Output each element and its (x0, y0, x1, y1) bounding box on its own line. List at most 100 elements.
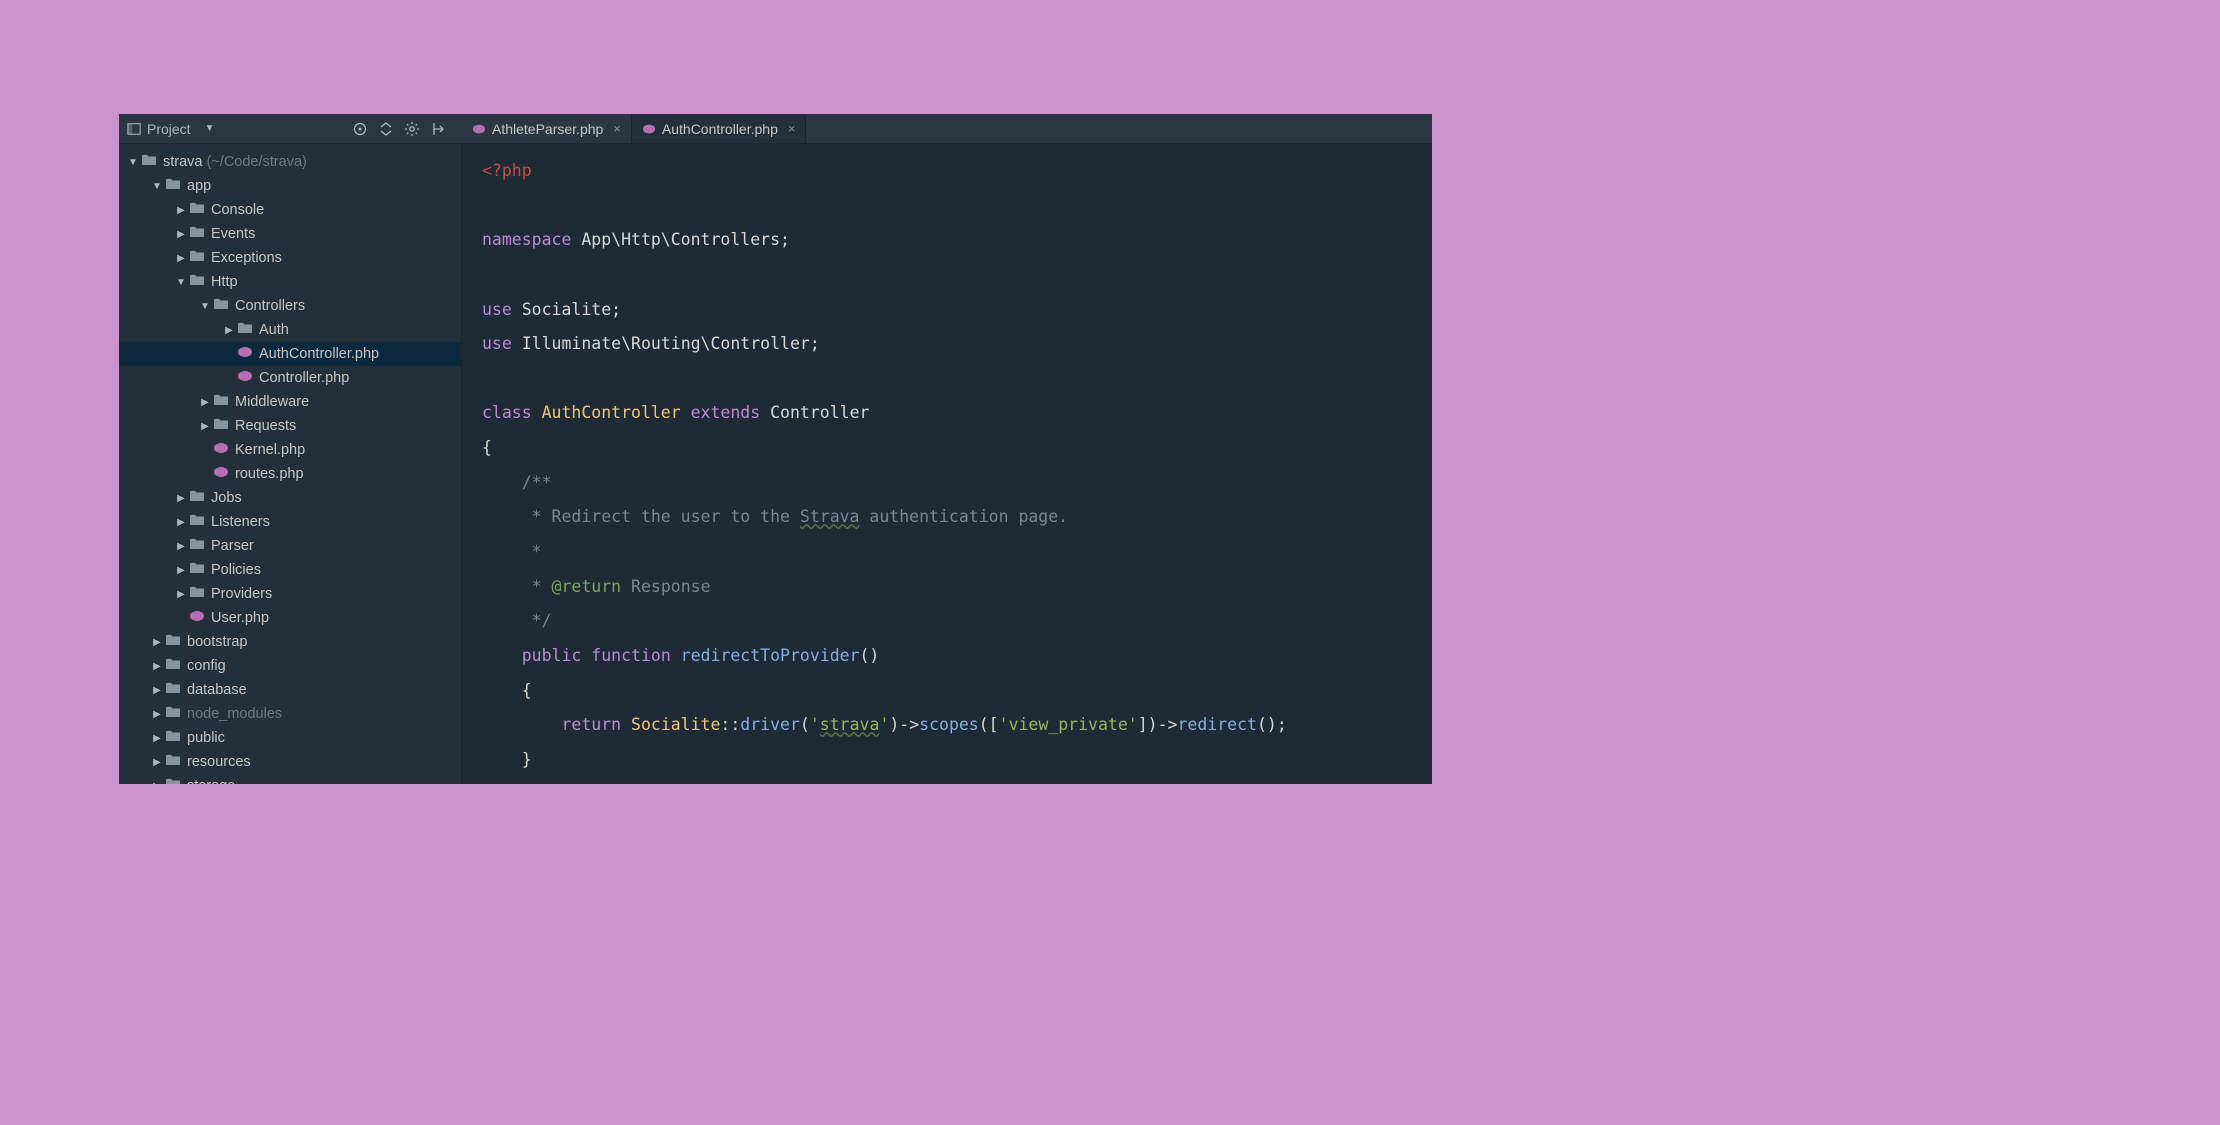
tree-item-kernel-php[interactable]: ▶Kernel.php (119, 438, 461, 462)
chevron-right-icon[interactable]: ▶ (173, 253, 189, 264)
tree-item-requests[interactable]: ▶Requests (119, 414, 461, 438)
tree-item-authcontroller-php[interactable]: ▶AuthController.php (119, 342, 461, 366)
folder-icon (237, 321, 259, 339)
code-token: ([ (979, 715, 999, 734)
tree-item-user-php[interactable]: ▶User.php (119, 606, 461, 630)
chevron-down-icon[interactable]: ▼ (173, 277, 189, 288)
tree-item-bootstrap[interactable]: ▶bootstrap (119, 630, 461, 654)
chevron-right-icon[interactable]: ▶ (173, 229, 189, 240)
chevron-right-icon[interactable]: ▶ (197, 397, 213, 408)
chevron-right-icon[interactable]: ▶ (173, 541, 189, 552)
code-token: extends (691, 403, 761, 422)
tree-item-events[interactable]: ▶ Events (119, 222, 461, 246)
code-token: namespace (482, 230, 571, 249)
code-token: function (581, 646, 670, 665)
chevron-right-icon[interactable]: ▶ (149, 757, 165, 768)
chevron-right-icon[interactable]: ▶ (149, 661, 165, 672)
tree-item-storage[interactable]: ▶storage (119, 774, 461, 784)
tree-item-routes-php[interactable]: ▶routes.php (119, 462, 461, 486)
tree-item-middleware[interactable]: ▶Middleware (119, 390, 461, 414)
tree-item-label: Parser (211, 538, 254, 554)
tree-item-public[interactable]: ▶public (119, 726, 461, 750)
tree-item-database[interactable]: ▶database (119, 678, 461, 702)
tree-item-label: Http (211, 274, 238, 290)
collapse-icon[interactable] (378, 121, 394, 137)
tree-item-parser[interactable]: ▶ Parser (119, 534, 461, 558)
code-token: * (482, 542, 542, 561)
tree-item-listeners[interactable]: ▶ Listeners (119, 510, 461, 534)
tree-item-exceptions[interactable]: ▶ Exceptions (119, 246, 461, 270)
chevron-right-icon[interactable]: ▶ (221, 325, 237, 336)
code-token: Illuminate\Routing\Controller; (512, 334, 820, 353)
chevron-right-icon[interactable]: ▶ (173, 565, 189, 576)
chevron-right-icon[interactable]: ▶ (197, 421, 213, 432)
tree-item-label: Providers (211, 586, 272, 602)
tree-item-label: Events (211, 226, 255, 242)
tree-item-http[interactable]: ▼ Http (119, 270, 461, 294)
chevron-down-icon[interactable]: ▼ (149, 181, 165, 192)
code-token: () (860, 646, 880, 665)
project-tree[interactable]: ▼strava (~/Code/strava)▼app▶Console▶Even… (119, 144, 462, 784)
tree-item-console[interactable]: ▶ Console (119, 198, 461, 222)
php-file-icon (237, 345, 259, 363)
code-token: { (482, 438, 492, 457)
tree-item-strava[interactable]: ▼strava (~/Code/strava) (119, 150, 461, 174)
tree-item-providers[interactable]: ▶ Providers (119, 582, 461, 606)
chevron-down-icon[interactable]: ▼ (125, 157, 141, 168)
tree-item-label: Exceptions (211, 250, 282, 266)
project-panel-header[interactable]: Project ▼ (119, 114, 462, 143)
code-token: AuthController (532, 403, 691, 422)
chevron-down-icon[interactable]: ▼ (197, 301, 213, 312)
tree-item-label: routes.php (235, 466, 304, 482)
code-token: * Redirect the user to the (482, 507, 800, 526)
tree-item-controllers[interactable]: ▼Controllers (119, 294, 461, 318)
tab-label: AthleteParser.php (492, 121, 603, 137)
folder-icon (141, 153, 163, 171)
chevron-right-icon[interactable]: ▶ (149, 781, 165, 785)
hide-icon[interactable] (430, 121, 446, 137)
folder-icon (165, 681, 187, 699)
tree-item-label: node_modules (187, 706, 282, 722)
code-token: { (482, 681, 532, 700)
tree-item-policies[interactable]: ▶Policies (119, 558, 461, 582)
tree-item-label: Console (211, 202, 264, 218)
gear-icon[interactable] (404, 121, 420, 137)
tree-item-label: strava (163, 154, 203, 170)
code-token: redirect (1177, 715, 1256, 734)
tab-authcontroller[interactable]: AuthController.php × (632, 114, 807, 143)
folder-icon (189, 489, 211, 507)
target-icon[interactable] (352, 121, 368, 137)
code-token: ' (810, 715, 820, 734)
chevron-right-icon[interactable]: ▶ (173, 205, 189, 216)
chevron-right-icon[interactable]: ▶ (149, 637, 165, 648)
chevron-right-icon[interactable]: ▶ (173, 493, 189, 504)
chevron-right-icon[interactable]: ▶ (149, 733, 165, 744)
project-label: Project (147, 121, 191, 137)
tree-item-node-modules[interactable]: ▶ node_modules (119, 702, 461, 726)
tree-item-config[interactable]: ▶config (119, 654, 461, 678)
tree-item-label: app (187, 178, 211, 194)
folder-icon (189, 273, 211, 291)
chevron-right-icon[interactable]: ▶ (173, 589, 189, 600)
tree-item-controller-php[interactable]: ▶Controller.php (119, 366, 461, 390)
chevron-right-icon[interactable]: ▶ (173, 517, 189, 528)
php-file-icon (237, 369, 259, 387)
tree-item-label: User.php (211, 610, 269, 626)
tree-item-auth[interactable]: ▶Auth (119, 318, 461, 342)
tree-item-app[interactable]: ▼ app (119, 174, 461, 198)
folder-icon (189, 513, 211, 531)
code-token: public (482, 646, 581, 665)
tree-item-label: Listeners (211, 514, 270, 530)
chevron-right-icon[interactable]: ▶ (149, 685, 165, 696)
close-icon[interactable]: × (788, 121, 796, 136)
tab-athleteparser[interactable]: AthleteParser.php × (462, 114, 632, 143)
code-token: return (482, 715, 621, 734)
code-editor[interactable]: <?php namespace App\Http\Controllers; us… (462, 144, 1432, 784)
close-icon[interactable]: × (613, 121, 621, 136)
tree-item-jobs[interactable]: ▶Jobs (119, 486, 461, 510)
folder-icon (189, 225, 211, 243)
chevron-right-icon[interactable]: ▶ (149, 709, 165, 720)
code-token: strava (820, 715, 880, 734)
code-token: * (482, 577, 552, 596)
tree-item-resources[interactable]: ▶resources (119, 750, 461, 774)
